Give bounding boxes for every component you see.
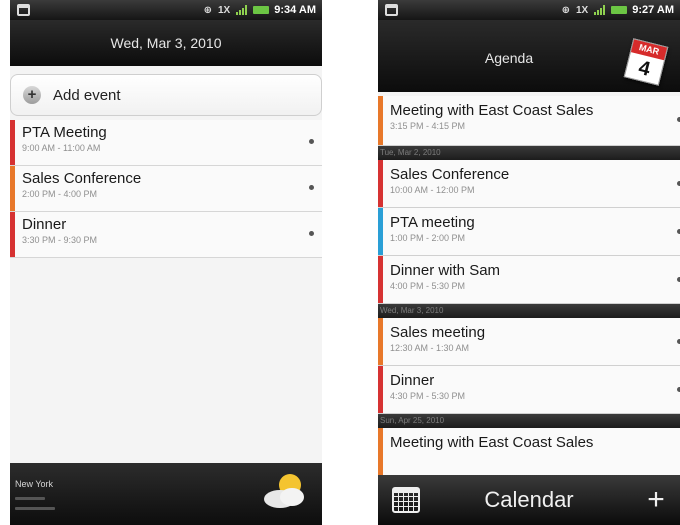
agenda-item[interactable]: PTA meeting 1:00 PM - 2:00 PM <box>378 208 680 256</box>
gps-icon: ⊕ <box>203 4 212 16</box>
network-1x-icon: 1X <box>575 4 589 16</box>
status-bar: ⊕ 1X 9:34 AM <box>10 0 322 20</box>
signal-icon <box>236 5 248 15</box>
agenda-item[interactable]: Meeting with East Coast Sales <box>378 428 680 476</box>
agenda-view-screen: ⊕ 1X 9:27 AM Agenda MAR 4 Meeting with E… <box>378 0 680 525</box>
calendar-color-stripe <box>378 318 383 365</box>
calendar-color-stripe <box>378 366 383 413</box>
day-events-list: PTA Meeting 9:00 AM - 11:00 AM Sales Con… <box>10 120 322 258</box>
plus-icon: + <box>23 86 41 104</box>
status-bar: ⊕ 1X 9:27 AM <box>378 0 680 20</box>
status-time: 9:34 AM <box>274 4 316 16</box>
calendar-color-stripe <box>378 428 383 475</box>
agenda-item[interactable]: Dinner 4:30 PM - 5:30 PM <box>378 366 680 414</box>
event-title: Meeting with East Coast Sales <box>390 102 594 119</box>
event-item[interactable]: Dinner 3:30 PM - 9:30 PM <box>10 212 322 258</box>
calendar-color-stripe <box>10 212 15 257</box>
date-title[interactable]: Wed, Mar 3, 2010 <box>10 20 322 66</box>
calendar-date-badge-icon: MAR 4 <box>623 38 669 86</box>
status-time: 9:27 AM <box>632 4 674 16</box>
calendar-notification-icon <box>17 4 30 16</box>
calendar-notification-icon <box>385 4 398 16</box>
reminder-indicator-icon <box>309 231 314 236</box>
day-view-screen: ⊕ 1X 9:34 AM Wed, Mar 3, 2010 + Add even… <box>10 0 322 525</box>
event-title: Sales Conference <box>390 166 510 183</box>
partly-cloudy-icon <box>264 474 304 508</box>
calendar-color-stripe <box>378 160 383 207</box>
event-title: Sales Conference <box>22 170 142 187</box>
event-time: 3:30 PM - 9:30 PM <box>22 235 98 245</box>
reminder-indicator-icon <box>309 185 314 190</box>
battery-icon <box>611 6 628 14</box>
date-separator: Tue, Mar 2, 2010 <box>378 146 680 160</box>
date-separator: Sun, Apr 25, 2010 <box>378 414 680 428</box>
agenda-list: Meeting with East Coast Sales 3:15 PM - … <box>378 96 680 476</box>
event-title: Sales meeting <box>390 324 486 341</box>
weather-detail-line <box>15 497 45 500</box>
weather-city: New York <box>15 479 54 489</box>
event-title: Dinner <box>390 372 435 389</box>
event-time: 3:15 PM - 4:15 PM <box>390 121 466 131</box>
network-1x-icon: 1X <box>217 4 231 16</box>
event-item[interactable]: Sales Conference 2:00 PM - 4:00 PM <box>10 166 322 212</box>
event-title: Dinner with Sam <box>390 262 501 279</box>
event-time: 4:30 PM - 5:30 PM <box>390 391 466 401</box>
calendar-color-stripe <box>378 208 383 255</box>
event-time: 12:30 AM - 1:30 AM <box>390 343 470 353</box>
event-time: 10:00 AM - 12:00 PM <box>390 185 475 195</box>
calendar-color-stripe <box>10 166 15 211</box>
event-time: 9:00 AM - 11:00 AM <box>22 143 101 153</box>
bottom-toolbar: Calendar + <box>378 475 680 525</box>
event-title: PTA Meeting <box>22 124 107 141</box>
weather-footer[interactable]: New York <box>10 463 322 525</box>
calendar-color-stripe <box>378 96 383 145</box>
gps-icon: ⊕ <box>561 4 570 16</box>
agenda-item[interactable]: Dinner with Sam 4:00 PM - 5:30 PM <box>378 256 680 304</box>
event-time: 4:00 PM - 5:30 PM <box>390 281 466 291</box>
event-title: Meeting with East Coast Sales <box>390 434 594 451</box>
agenda-item[interactable]: Meeting with East Coast Sales 3:15 PM - … <box>378 96 680 146</box>
calendar-app-label: Calendar <box>484 487 574 512</box>
event-time: 1:00 PM - 2:00 PM <box>390 233 466 243</box>
date-separator: Wed, Mar 3, 2010 <box>378 304 680 318</box>
reminder-indicator-icon <box>309 139 314 144</box>
event-title: Dinner <box>22 216 67 233</box>
signal-icon <box>594 5 606 15</box>
calendar-color-stripe <box>10 120 15 165</box>
add-event-label: Add event <box>53 86 121 104</box>
add-event-button[interactable]: + Add event <box>10 74 322 116</box>
agenda-title: Agenda <box>484 50 534 66</box>
calendar-color-stripe <box>378 256 383 303</box>
add-event-plus-icon[interactable]: + <box>638 485 674 515</box>
agenda-header: Agenda MAR 4 <box>378 20 680 92</box>
battery-icon <box>253 6 270 14</box>
event-item[interactable]: PTA Meeting 9:00 AM - 11:00 AM <box>10 120 322 166</box>
event-title: PTA meeting <box>390 214 475 231</box>
agenda-item[interactable]: Sales Conference 10:00 AM - 12:00 PM <box>378 160 680 208</box>
agenda-item[interactable]: Sales meeting 12:30 AM - 1:30 AM <box>378 318 680 366</box>
event-time: 2:00 PM - 4:00 PM <box>22 189 98 199</box>
calendar-view-icon[interactable] <box>392 487 420 513</box>
weather-detail-line <box>15 507 55 510</box>
